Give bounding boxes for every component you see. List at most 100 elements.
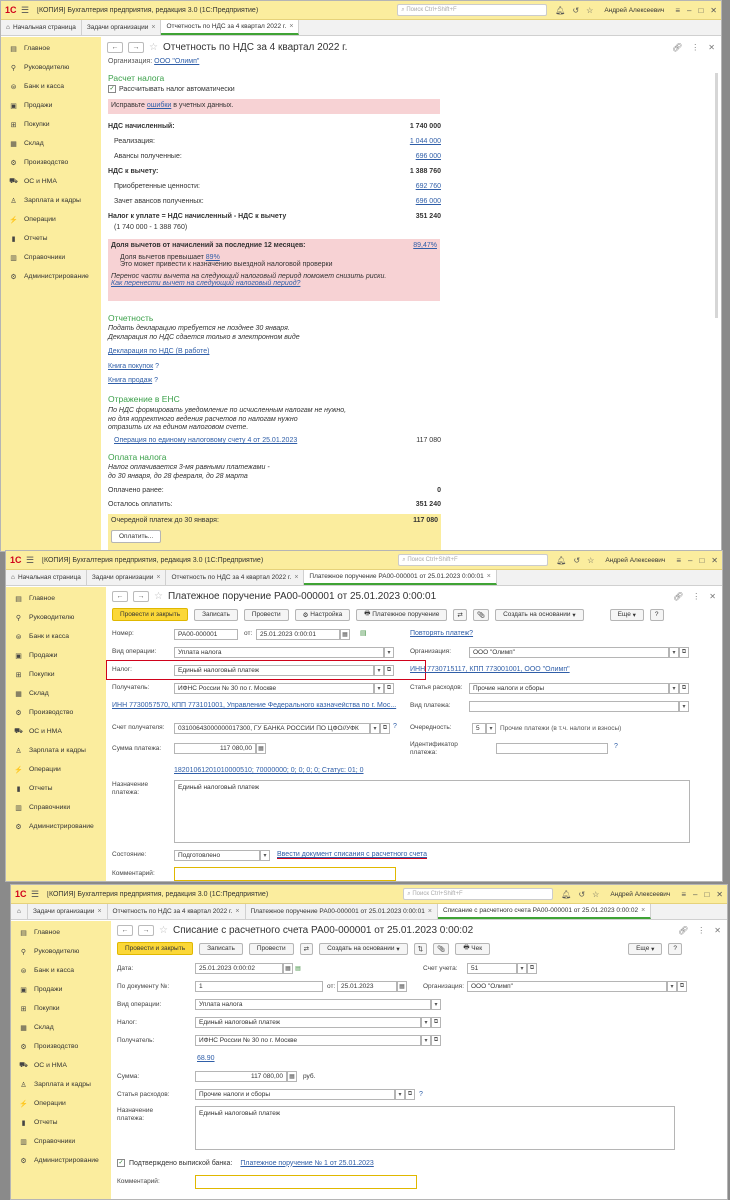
queue-field[interactable]: 5 [472, 723, 486, 734]
operation-select[interactable]: Уплата налога [174, 647, 384, 658]
dropdown-icon[interactable]: ▾ [679, 701, 689, 712]
dt-kt-icon[interactable]: ⇄ [453, 608, 467, 621]
sidebar-item-2[interactable]: ⚲ Руководителю [6, 608, 106, 627]
errors-link[interactable]: ошибки [147, 102, 171, 109]
settings-icon[interactable]: ≡ [675, 6, 680, 15]
open-icon[interactable]: ⧉ [677, 981, 687, 992]
more-icon[interactable]: ⋮ [692, 592, 700, 601]
sidebar-item-4[interactable]: ▣ Продажи [6, 646, 106, 665]
open-icon[interactable]: ⧉ [431, 1035, 441, 1046]
menu-icon[interactable]: ☰ [31, 889, 43, 900]
organization-field[interactable]: ООО "Олимп" [467, 981, 667, 992]
more-icon[interactable]: ⋮ [697, 926, 705, 935]
more-button[interactable]: Еще ▾ [609, 608, 644, 621]
purchase-book-link[interactable]: Книга покупок [108, 363, 153, 370]
sidebar-item-13[interactable]: ⚙ Администрирование [11, 1151, 111, 1170]
organization-field[interactable]: ООО "Олимп" [469, 647, 669, 658]
dropdown-icon[interactable]: ▾ [374, 683, 384, 694]
post-button[interactable]: Провести [248, 942, 294, 955]
operation-select[interactable]: Уплата налога [195, 999, 431, 1010]
favorite-star-icon[interactable]: ☆ [159, 925, 168, 936]
more-button[interactable]: Еще ▾ [628, 942, 663, 955]
pay-button[interactable]: Оплатить... [111, 530, 162, 543]
tab-tasks[interactable]: Задачи организации × [28, 904, 108, 919]
sidebar-item-7[interactable]: ⚙ Производство [11, 1037, 111, 1056]
adjust-icon[interactable]: ▤ [360, 629, 367, 637]
calendar-icon[interactable]: ▦ [283, 963, 293, 974]
back-button[interactable]: ← [107, 42, 123, 53]
star-icon[interactable]: ☆ [592, 890, 599, 899]
adjust-icon[interactable]: ▤ [293, 963, 303, 974]
close-icon[interactable]: ✕ [710, 6, 717, 15]
post-button[interactable]: Провести [243, 608, 289, 621]
star-icon[interactable]: ☆ [586, 6, 593, 15]
sidebar-item-1[interactable]: ▤ Главное [1, 39, 101, 58]
recipient-field[interactable]: ИФНС России № 30 по г. Москве [174, 683, 374, 694]
user-name[interactable]: Андрей Алексеевич [604, 7, 664, 14]
sidebar-item-11[interactable]: ▮ Отчеты [6, 779, 106, 798]
writeoff-link[interactable]: Ввести документ списания с расчетного сч… [277, 851, 428, 859]
help-icon[interactable]: ? [155, 363, 159, 370]
sidebar-item-12[interactable]: ▥ Справочники [6, 798, 106, 817]
date-field[interactable]: 25.01.2023 0:00:02 [195, 963, 283, 974]
dropdown-icon[interactable]: ▾ [260, 850, 270, 861]
settings-icon[interactable]: ≡ [681, 890, 686, 899]
close-tab-icon[interactable]: × [289, 23, 293, 30]
scrollbar[interactable] [715, 73, 718, 318]
tab-payment-order[interactable]: Платежное поручение РА00-000001 от 25.01… [304, 570, 497, 585]
sidebar-item-12[interactable]: ▥ Справочники [1, 248, 101, 267]
advances-link[interactable]: 696 000 [416, 153, 441, 160]
close-form-icon[interactable]: ✕ [709, 592, 716, 601]
star-icon[interactable]: ☆ [587, 556, 594, 565]
sidebar-item-1[interactable]: ▤ Главное [6, 589, 106, 608]
open-icon[interactable]: ⧉ [527, 963, 537, 974]
sidebar-item-10[interactable]: ⚡ Операции [6, 760, 106, 779]
calculator-icon[interactable]: ▦ [287, 1071, 297, 1082]
declaration-link[interactable]: Декларация по НДС (В работе) [108, 348, 209, 355]
history-icon[interactable]: ↺ [572, 6, 579, 15]
dropdown-icon[interactable]: ▾ [669, 647, 679, 658]
save-button[interactable]: Записать [194, 608, 238, 621]
settlement-account-link[interactable]: 68.90 [197, 1055, 215, 1062]
minimize-icon[interactable]: – [687, 6, 691, 15]
tab-home[interactable]: ⌂ Начальная страница [6, 570, 87, 585]
dropdown-icon[interactable]: ▾ [431, 999, 441, 1010]
expense-field[interactable]: Прочие налоги и сборы [195, 1089, 395, 1100]
menu-icon[interactable]: ☰ [26, 555, 38, 566]
tab-payment-order[interactable]: Платежное поручение РА00-000001 от 25.01… [246, 904, 438, 919]
tab-tasks[interactable]: Задачи организации × [87, 570, 167, 585]
sidebar-item-8[interactable]: ⛟ ОС и НМА [11, 1056, 111, 1075]
more-icon[interactable]: ⋮ [691, 43, 699, 52]
menu-icon[interactable]: ☰ [21, 5, 33, 16]
kbk-link[interactable]: 18201061201010000510; 70000000; 0; 0; 0;… [174, 767, 364, 774]
help-icon[interactable]: ? [614, 743, 618, 754]
forward-button[interactable]: → [128, 42, 144, 53]
tab-home[interactable]: ⌂ Начальная страница [1, 20, 82, 35]
tab-vat-report[interactable]: Отчетность по НДС за 4 квартал 2022 г. × [108, 904, 246, 919]
close-form-icon[interactable]: ✕ [708, 43, 715, 52]
close-tab-icon[interactable]: × [97, 908, 101, 915]
docdate-field[interactable]: 25.01.2023 [337, 981, 397, 992]
maximize-icon[interactable]: □ [699, 556, 704, 565]
docnum-field[interactable]: 1 [195, 981, 323, 992]
sidebar-item-8[interactable]: ⛟ ОС и НМА [6, 722, 106, 741]
link-icon[interactable]: 🔗︎ [673, 592, 683, 601]
sidebar-item-1[interactable]: ▤ Главное [11, 923, 111, 942]
tab-home[interactable]: ⌂ [11, 904, 28, 919]
forward-button[interactable]: → [138, 925, 154, 936]
acquired-link[interactable]: 692 760 [416, 183, 441, 190]
comment-field[interactable] [195, 1175, 417, 1189]
identifier-field[interactable] [496, 743, 608, 754]
forward-button[interactable]: → [133, 591, 149, 602]
auto-calc-checkbox[interactable]: ✓ [108, 85, 116, 93]
account-field[interactable]: 03100643000000017300, ГУ БАНКА РОССИИ ПО… [174, 723, 370, 734]
payment-type-select[interactable] [469, 701, 679, 712]
sum-field[interactable]: 117 080,00 [174, 743, 256, 754]
sidebar-item-3[interactable]: ⊜ Банк и касса [11, 961, 111, 980]
close-tab-icon[interactable]: × [428, 908, 432, 915]
purpose-textarea[interactable]: Единый налоговый платеж [195, 1106, 675, 1150]
attach-icon[interactable]: 📎︎ [433, 942, 450, 955]
number-field[interactable]: РА00-000001 [174, 629, 238, 640]
recipient-field[interactable]: ИФНС России № 30 по г. Москве [195, 1035, 421, 1046]
open-icon[interactable]: ⧉ [384, 665, 394, 676]
